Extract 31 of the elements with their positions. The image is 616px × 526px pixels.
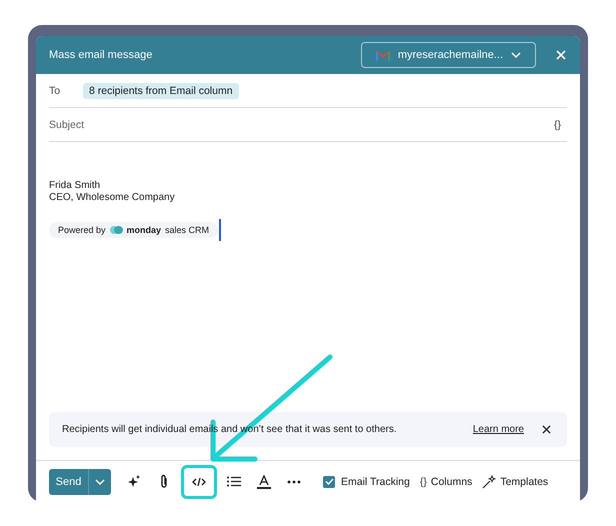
sparkle-icon xyxy=(127,474,141,488)
dialog-title: Mass email message xyxy=(49,49,154,61)
powered-by-text: Powered by xyxy=(58,225,106,235)
columns-button[interactable]: {} Columns xyxy=(420,476,472,488)
paperclip-icon xyxy=(159,474,169,489)
more-icon xyxy=(287,480,301,484)
checkbox[interactable] xyxy=(323,476,335,488)
chevron-down-icon xyxy=(95,478,105,484)
bulleted-list-icon xyxy=(227,476,241,487)
magic-wand-icon xyxy=(482,474,496,488)
mail-logo-icon xyxy=(376,50,390,60)
brand-name: monday xyxy=(126,225,162,235)
product-name: sales CRM xyxy=(165,225,210,235)
brand-logo-icon xyxy=(110,226,123,234)
send-button[interactable]: Send xyxy=(49,468,88,494)
signature-line: CEO, Wholesome Company xyxy=(49,192,176,204)
learn-more-link[interactable]: Learn more xyxy=(472,424,524,435)
code-icon xyxy=(192,476,206,486)
to-label: To xyxy=(49,84,62,96)
code-button[interactable] xyxy=(181,464,217,498)
templates-button[interactable]: Templates xyxy=(482,474,548,488)
signature-line: Frida Smith xyxy=(49,180,102,192)
text-cursor xyxy=(219,219,221,241)
email-tracking-checkbox[interactable]: Email Tracking xyxy=(323,476,410,488)
chevron-down-icon xyxy=(511,52,521,58)
close-icon[interactable] xyxy=(542,425,551,434)
text-color-icon xyxy=(257,474,271,488)
recipients-chip[interactable]: 8 recipients from Email column xyxy=(83,82,239,98)
variables-button[interactable]: {} xyxy=(554,118,561,130)
sender-account-dropdown[interactable]: myreserachemailne... xyxy=(360,42,536,68)
send-options-button[interactable] xyxy=(88,468,111,494)
